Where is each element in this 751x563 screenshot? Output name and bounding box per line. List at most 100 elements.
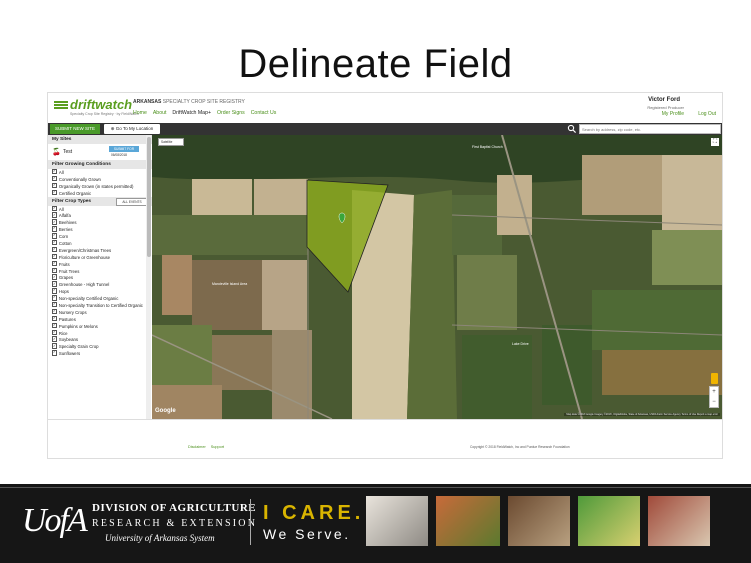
crop-filter-item[interactable]: All (48, 205, 152, 213)
crop-filter-item[interactable]: Non-specialty Transition to Certified Or… (48, 301, 152, 309)
user-name: Victor Ford (648, 97, 680, 103)
go-to-my-location-button[interactable]: ⊕ Go To My Location (104, 124, 160, 134)
crop-filter-label: Sunflowers (58, 351, 81, 357)
checkbox-icon[interactable] (52, 189, 58, 196)
photo-farmer (508, 496, 570, 546)
crop-filter-item[interactable]: Alfalfa (48, 212, 152, 219)
crop-filter-item[interactable]: Berries (48, 225, 152, 233)
map-attribution: Map data ©2018 Google Imagery ©2018 , Di… (564, 413, 720, 416)
checkbox-icon[interactable] (52, 329, 58, 336)
crop-filter-label: Greenhouse - High Tunnel (58, 282, 110, 288)
my-profile-link[interactable]: My Profile (662, 111, 684, 117)
map-label-tract: Mandeville Island Area (212, 282, 247, 286)
checkbox-icon[interactable] (52, 260, 58, 267)
scrollbar-thumb[interactable] (146, 137, 151, 257)
checkbox-icon[interactable] (52, 239, 58, 247)
site-date: 06/08/2018 (111, 153, 127, 157)
submit-site-button[interactable]: SUBMIT FOR (109, 146, 139, 152)
division-title: DIVISION OF AGRICULTURE (92, 502, 257, 514)
state-name: ARKANSAS (133, 99, 162, 105)
crop-filter-item[interactable]: Greenhouse - High Tunnel (48, 280, 152, 288)
growing-filter-item[interactable]: Conventionally Grown (48, 175, 152, 183)
crop-filter-item[interactable]: Floriculture or Greenhouse (48, 253, 152, 261)
zoom-in-button[interactable]: + (710, 387, 718, 397)
crop-filter-item[interactable]: Hops (48, 287, 152, 295)
checkbox-icon[interactable] (52, 232, 58, 240)
crop-filter-item[interactable]: Corn (48, 232, 152, 240)
zoom-out-button[interactable]: − (710, 397, 718, 407)
crop-filter-label: Non-specialty Transition to Certified Or… (58, 303, 143, 309)
checkbox-icon[interactable] (52, 218, 58, 226)
crop-filter-item[interactable]: Cotton (48, 239, 152, 247)
checkbox-icon[interactable] (52, 267, 58, 274)
registry-title: ARKANSAS SPECIALTY CROP SITE REGISTRY (133, 99, 245, 105)
crop-filter-label: Berries (58, 227, 73, 233)
map-type-select[interactable]: Satellite (158, 138, 184, 146)
uark-banner: UofA DIVISION OF AGRICULTURE RESEARCH & … (0, 484, 751, 563)
growing-filter-item[interactable]: All (48, 168, 152, 176)
crop-filter-item[interactable]: Soybeans (48, 336, 152, 343)
checkbox-icon[interactable] (52, 274, 58, 281)
crop-filter-item[interactable]: Rice (48, 329, 152, 337)
checkbox-icon[interactable] (52, 322, 58, 329)
nav-contact-us[interactable]: Contact Us (251, 110, 277, 116)
crop-filter-label: Fruit Trees (58, 268, 80, 274)
site-name[interactable]: Test (63, 149, 72, 155)
growing-filter-item[interactable]: Certified Organic (48, 189, 152, 197)
checkbox-icon[interactable] (52, 349, 58, 357)
growing-filter-item[interactable]: Organically Grown (in states permitted) (48, 182, 152, 190)
satellite-map[interactable]: First Baptist Church Mandeville Island A… (152, 135, 722, 419)
crop-filter-item[interactable]: Sunflowers (48, 349, 152, 357)
app-footer: Disclaimer Support Copyright © 2018 Field… (48, 419, 722, 458)
nav-about[interactable]: About (153, 110, 167, 116)
crop-filter-item[interactable]: Nursery Crops (48, 308, 152, 316)
checkbox-icon[interactable] (52, 315, 58, 322)
site-row[interactable]: 🍒 Test SUBMIT FOR 06/08/2018 (48, 144, 152, 160)
checkbox-icon[interactable] (52, 168, 58, 176)
sidebar-scrollbar[interactable] (146, 135, 151, 419)
crop-filter-label: Cotton (58, 241, 72, 247)
growing-conditions-header: Filter Growing Conditions (48, 160, 152, 169)
submit-new-site-button[interactable]: SUBMIT NEW SITE (50, 124, 100, 134)
crop-filter-item[interactable]: Grapes (48, 274, 152, 281)
checkbox-icon[interactable] (52, 343, 58, 350)
address-search-input[interactable] (579, 124, 721, 134)
logout-link[interactable]: Log Out (698, 111, 716, 117)
support-link[interactable]: Support (211, 445, 224, 449)
checkbox-icon[interactable] (52, 212, 58, 219)
university-system: University of Arkansas System (105, 533, 215, 543)
icare-slogan: I CARE. (263, 502, 365, 524)
checkbox-icon[interactable] (52, 182, 58, 189)
copyright-text: Copyright © 2018 FieldWatch, Inc and Pur… (470, 445, 570, 449)
pegman-icon[interactable] (711, 373, 718, 384)
checkbox-icon[interactable] (52, 308, 58, 316)
crop-filter-item[interactable]: Fruits (48, 260, 152, 268)
crop-events-select[interactable]: ALL EVENTS (116, 197, 148, 206)
checkbox-icon[interactable] (52, 225, 58, 233)
checkbox-icon[interactable] (52, 280, 58, 288)
driftwatch-logo[interactable]: driftwatch (54, 97, 132, 112)
checkbox-icon[interactable] (52, 294, 58, 302)
crop-filter-item[interactable]: Non-specialty Certified Organic (48, 294, 152, 302)
checkbox-icon[interactable] (52, 246, 58, 253)
checkbox-icon[interactable] (52, 253, 58, 260)
nav-home[interactable]: Home (133, 110, 147, 116)
search-icon[interactable] (567, 124, 577, 134)
checkbox-icon[interactable] (52, 205, 58, 212)
crop-filter-item[interactable]: Pumpkins or Melons (48, 322, 152, 330)
photo-produce (436, 496, 500, 546)
checkbox-icon[interactable] (52, 175, 58, 182)
checkbox-icon[interactable] (52, 287, 58, 295)
banner-separator (250, 499, 251, 545)
crop-filter-item[interactable]: Fruit Trees (48, 267, 152, 275)
nav-driftwatch-map[interactable]: DriftWatch Map+ (172, 110, 211, 116)
checkbox-icon[interactable] (52, 301, 58, 309)
crop-filter-item[interactable]: Specialty Grain Crop (48, 343, 152, 350)
crop-filter-item[interactable]: Evergreen/Christmas Trees (48, 246, 152, 254)
nav-order-signs[interactable]: Order Signs (217, 110, 245, 116)
disclaimer-link[interactable]: Disclaimer (188, 445, 206, 449)
checkbox-icon[interactable] (52, 336, 58, 343)
fullscreen-icon[interactable]: ⛶ (711, 138, 719, 146)
crop-filter-item[interactable]: Pastures (48, 315, 152, 323)
crop-filter-item[interactable]: Beehives (48, 218, 152, 226)
